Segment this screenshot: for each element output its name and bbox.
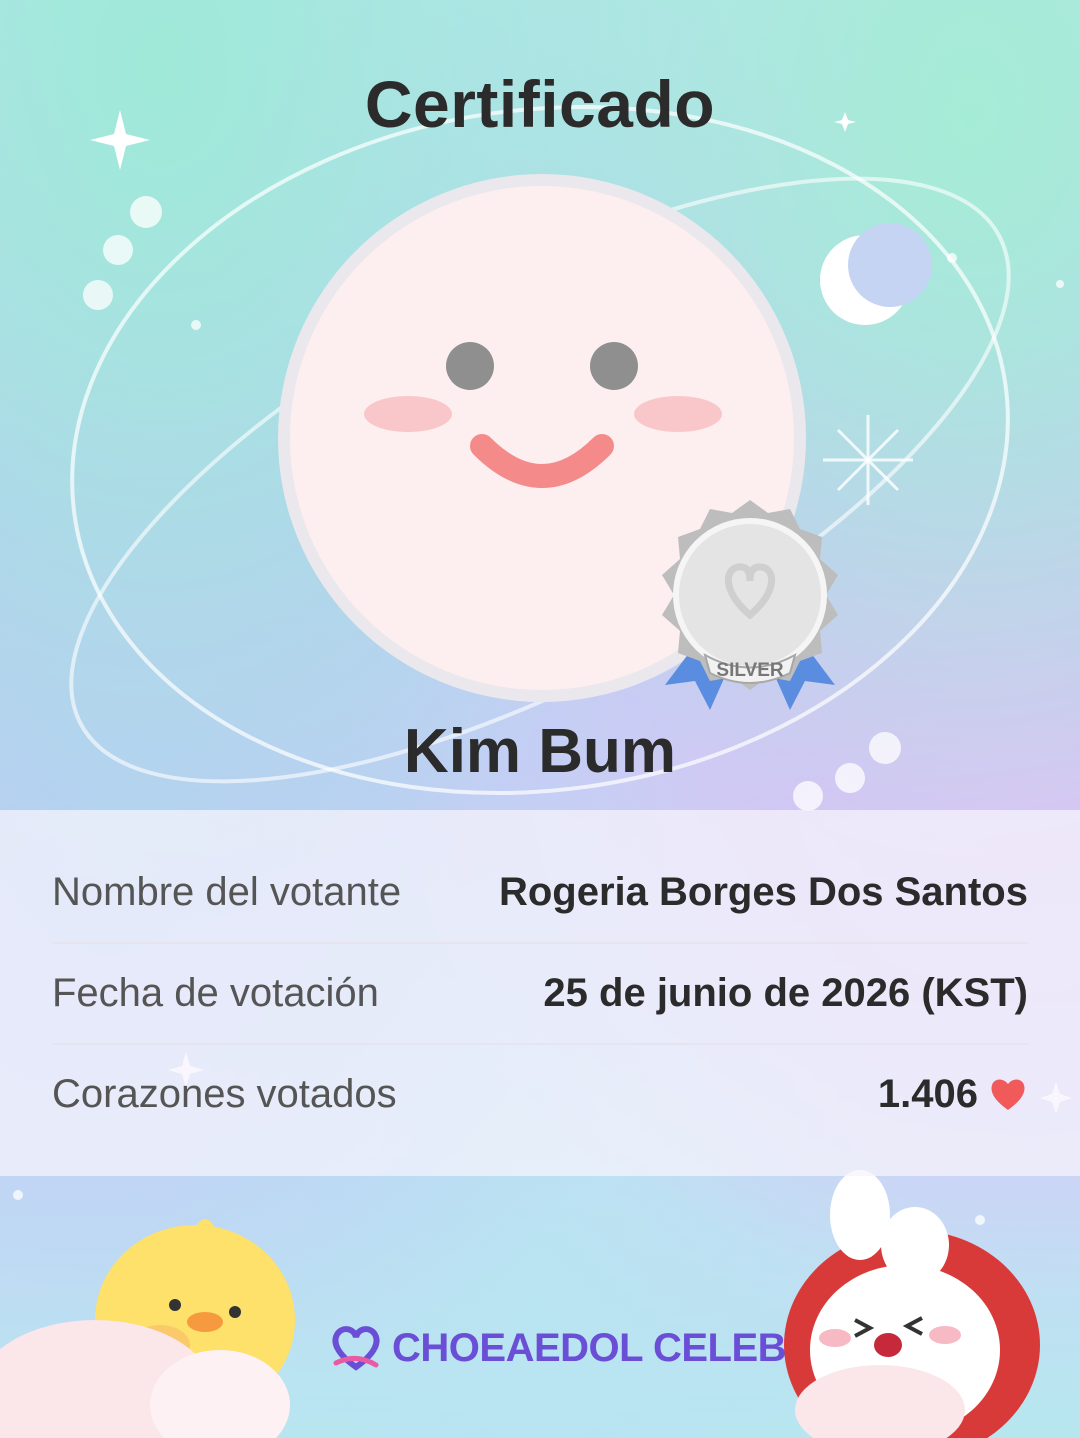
silver-badge-icon: SILVER	[662, 500, 838, 710]
crescent-moon-icon	[820, 223, 932, 325]
bunny-character-illustration	[784, 1170, 1040, 1438]
hearts-voted-row: Corazones votados 1.406	[52, 1044, 1028, 1144]
hearts-voted-value-group: 1.406	[878, 1072, 1028, 1117]
starburst-icon	[823, 415, 913, 505]
voter-name-row: Nombre del votante Rogeria Borges Dos Sa…	[52, 842, 1028, 944]
hearts-voted-value: 1.406	[877, 1071, 978, 1116]
vote-info-panel: Nombre del votante Rogeria Borges Dos Sa…	[0, 810, 1080, 1176]
certificate-title: Certificado	[364, 67, 716, 141]
certificate-card: Certificado SILVER Kim Bum Nombre del vo…	[0, 0, 1080, 1438]
vote-date-value: 25 de junio de 2026 (KST)	[543, 970, 1028, 1015]
brand-name: CHOEAEDOL CELEB	[392, 1325, 787, 1370]
voter-name-value: Rogeria Borges Dos Santos	[498, 869, 1028, 914]
badge-tier-label: SILVER	[716, 660, 783, 681]
vote-date-row: Fecha de votación 25 de junio de 2026 (K…	[52, 943, 1028, 1045]
vote-date-label: Fecha de votación	[52, 970, 379, 1015]
chick-character-illustration	[0, 1219, 295, 1438]
hearts-voted-label: Corazones votados	[52, 1071, 397, 1116]
choeaedol-logo-icon	[332, 1326, 380, 1371]
brand-footer: CHOEAEDOL CELEB	[328, 1318, 787, 1378]
voter-name-label: Nombre del votante	[52, 869, 402, 914]
heart-icon	[991, 1079, 1025, 1110]
celebrity-name: Kim Bum	[403, 717, 677, 786]
